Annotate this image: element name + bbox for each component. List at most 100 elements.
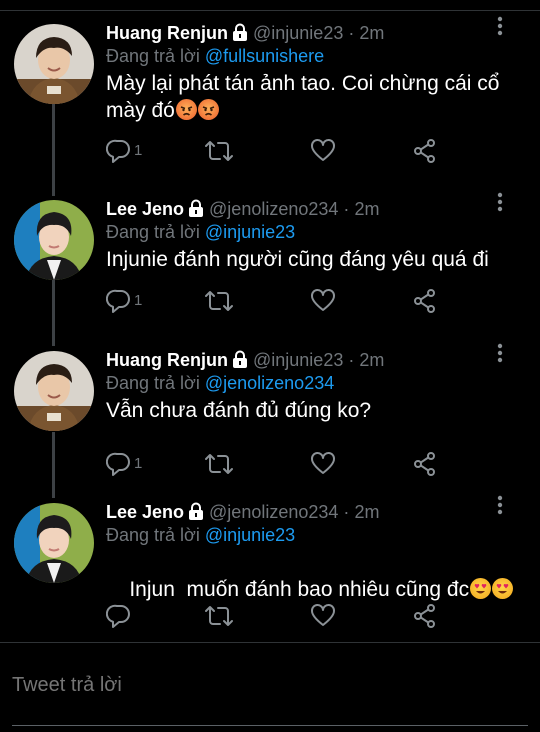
replying-to: Đang trả lời @injunie23 bbox=[106, 524, 295, 546]
input-underline bbox=[12, 725, 528, 726]
like-button[interactable] bbox=[310, 288, 336, 316]
replying-to: Đang trả lời @fullsunishere bbox=[106, 45, 324, 67]
reply-divider bbox=[0, 642, 540, 643]
mention-link[interactable]: @jenolizeno234 bbox=[205, 373, 334, 393]
tweet[interactable]: Huang Renjun @injunie23 · 2m Đang trả lời… bbox=[0, 343, 540, 503]
lock-icon bbox=[231, 23, 249, 46]
like-button[interactable] bbox=[310, 138, 336, 166]
heart-eyes-face-icon bbox=[470, 578, 492, 599]
replying-prefix: Đang trả lời bbox=[106, 525, 200, 545]
reply-icon bbox=[106, 139, 130, 163]
lock-icon bbox=[187, 199, 205, 222]
timestamp[interactable]: 2m bbox=[354, 502, 379, 522]
retweet-button[interactable] bbox=[204, 451, 234, 479]
heart-icon bbox=[311, 139, 335, 161]
tweet[interactable]: Huang Renjun @injunie23 · 2m Đang trả lời… bbox=[0, 16, 540, 176]
tweet[interactable]: Lee Jeno @jenolizeno234 · 2m Đang trả lời… bbox=[0, 495, 540, 655]
retweet-button[interactable] bbox=[204, 138, 234, 166]
reply-button[interactable] bbox=[106, 603, 132, 631]
share-button[interactable] bbox=[412, 451, 438, 479]
reply-button[interactable]: 1 bbox=[106, 288, 142, 316]
user-handle[interactable]: @injunie23 bbox=[253, 23, 343, 43]
tweet-text-line: mày đó bbox=[106, 99, 175, 122]
tweet-header: Lee Jeno @jenolizeno234 · 2m bbox=[106, 501, 379, 525]
share-button[interactable] bbox=[412, 603, 438, 631]
user-handle[interactable]: @jenolizeno234 bbox=[209, 199, 338, 219]
lock-icon bbox=[187, 502, 205, 525]
reply-count: 1 bbox=[134, 142, 143, 159]
angry-face-icon bbox=[197, 99, 219, 120]
replying-prefix: Đang trả lời bbox=[106, 46, 200, 66]
tweet-actions: 1 bbox=[106, 451, 446, 479]
more-options-icon[interactable] bbox=[490, 190, 510, 214]
separator: · bbox=[348, 23, 355, 43]
tweet-text-line: Injunie đánh người cũng đáng yêu quá đi bbox=[106, 248, 489, 271]
retweet-icon bbox=[205, 291, 233, 311]
separator: · bbox=[348, 350, 355, 370]
display-name[interactable]: Lee Jeno bbox=[106, 502, 184, 522]
replying-prefix: Đang trả lời bbox=[106, 373, 200, 393]
more-options-icon[interactable] bbox=[490, 493, 510, 517]
user-handle[interactable]: @injunie23 bbox=[253, 350, 343, 370]
avatar[interactable] bbox=[14, 200, 94, 280]
share-button[interactable] bbox=[412, 138, 438, 166]
tweet-header: Huang Renjun @injunie23 · 2m bbox=[106, 22, 384, 46]
timestamp[interactable]: 2m bbox=[359, 23, 384, 43]
reply-icon bbox=[106, 289, 130, 313]
tweet[interactable]: Lee Jeno @jenolizeno234 · 2m Đang trả lời… bbox=[0, 192, 540, 352]
user-handle[interactable]: @jenolizeno234 bbox=[209, 502, 338, 522]
retweet-icon bbox=[205, 454, 233, 474]
reply-button[interactable]: 1 bbox=[106, 138, 142, 166]
replying-to: Đang trả lời @jenolizeno234 bbox=[106, 372, 334, 394]
tweet-actions: 1 bbox=[106, 138, 446, 166]
share-button[interactable] bbox=[412, 288, 438, 316]
reply-button[interactable]: 1 bbox=[106, 451, 142, 479]
reply-input[interactable] bbox=[12, 674, 472, 697]
display-name[interactable]: Huang Renjun bbox=[106, 23, 228, 43]
heart-eyes-face-icon bbox=[492, 578, 514, 599]
retweet-button[interactable] bbox=[204, 603, 234, 631]
display-name[interactable]: Huang Renjun bbox=[106, 350, 228, 370]
reply-icon bbox=[106, 452, 130, 476]
tweet-actions bbox=[106, 603, 446, 631]
heart-icon bbox=[311, 452, 335, 474]
mention-link[interactable]: @injunie23 bbox=[205, 222, 295, 242]
avatar[interactable] bbox=[14, 503, 94, 583]
share-icon bbox=[414, 139, 435, 163]
heart-icon bbox=[311, 604, 335, 626]
retweet-icon bbox=[205, 141, 233, 161]
tweet-text-line: Vẫn chưa đánh đủ đúng ko? bbox=[106, 399, 372, 422]
tweet-actions: 1 bbox=[106, 288, 446, 316]
reply-composer bbox=[0, 654, 540, 732]
tweet-text: Mày lại phát tán ảnh tao. Coi chừng cái … bbox=[106, 70, 516, 124]
more-options-icon[interactable] bbox=[490, 341, 510, 365]
heart-icon bbox=[311, 289, 335, 311]
like-button[interactable] bbox=[310, 451, 336, 479]
retweet-button[interactable] bbox=[204, 288, 234, 316]
mention-link[interactable]: @fullsunishere bbox=[205, 46, 324, 66]
display-name[interactable]: Lee Jeno bbox=[106, 199, 184, 219]
tweet-text-line: Injun muốn đánh bao nhiêu cũng đc bbox=[129, 578, 470, 601]
reply-icon bbox=[106, 604, 130, 628]
angry-face-icon bbox=[175, 99, 197, 120]
timestamp[interactable]: 2m bbox=[354, 199, 379, 219]
separator: · bbox=[343, 199, 350, 219]
top-divider bbox=[0, 10, 540, 11]
mention-link[interactable]: @injunie23 bbox=[205, 525, 295, 545]
reply-count: 1 bbox=[134, 455, 143, 472]
tweet-text: Vẫn chưa đánh đủ đúng ko? bbox=[106, 397, 516, 424]
like-button[interactable] bbox=[310, 603, 336, 631]
avatar[interactable] bbox=[14, 351, 94, 431]
lock-icon bbox=[231, 350, 249, 373]
tweet-header: Huang Renjun @injunie23 · 2m bbox=[106, 349, 384, 373]
replying-prefix: Đang trả lời bbox=[106, 222, 200, 242]
retweet-icon bbox=[205, 606, 233, 626]
tweet-header: Lee Jeno @jenolizeno234 · 2m bbox=[106, 198, 379, 222]
share-icon bbox=[414, 604, 435, 628]
share-icon bbox=[414, 289, 435, 313]
avatar[interactable] bbox=[14, 24, 94, 104]
more-options-icon[interactable] bbox=[490, 14, 510, 38]
share-icon bbox=[414, 452, 435, 476]
tweet-text-line: Mày lại phát tán ảnh tao. Coi chừng cái … bbox=[106, 72, 500, 95]
timestamp[interactable]: 2m bbox=[359, 350, 384, 370]
